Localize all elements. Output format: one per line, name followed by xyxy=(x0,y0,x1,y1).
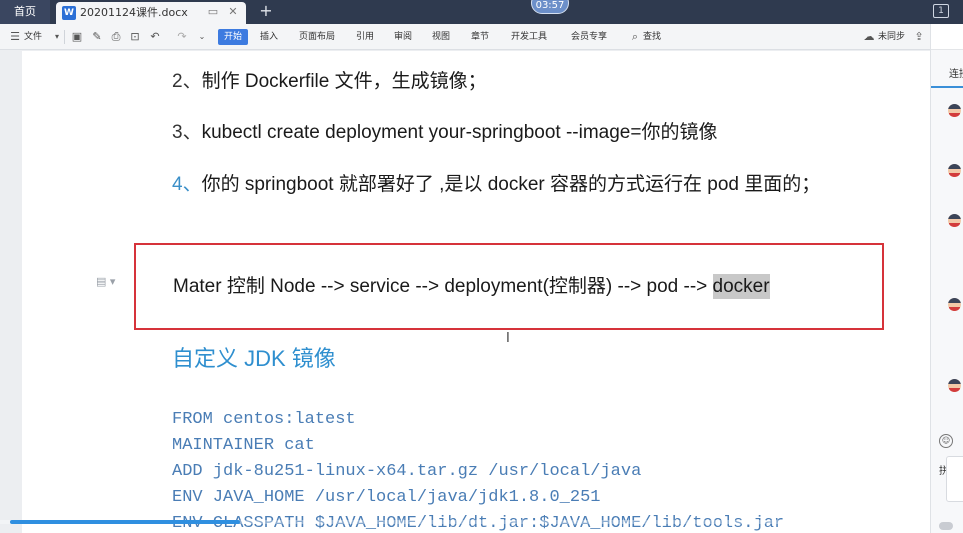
list-number: 4、 xyxy=(172,174,202,195)
tab-document[interactable]: W 20201124课件.docx ▭ ✕ xyxy=(56,2,246,24)
flow-line[interactable]: Mater 控制 Node --> service --> deployment… xyxy=(173,271,770,299)
new-tab-button[interactable]: + xyxy=(256,0,276,24)
tab-home[interactable]: 首页 xyxy=(0,0,50,24)
cloud-icon[interactable]: ☁ xyxy=(862,30,876,44)
chat-input[interactable] xyxy=(946,456,963,502)
list-number: 2、 xyxy=(172,71,202,92)
search-icon[interactable]: ⌕ xyxy=(628,30,642,44)
print-preview-icon[interactable]: ⊡ xyxy=(128,30,142,44)
text-cursor-icon: I xyxy=(506,331,510,346)
flow-annotation-box: Mater 控制 Node --> service --> deployment… xyxy=(134,243,884,330)
separator xyxy=(64,30,65,44)
paragraph-step-3[interactable]: 3、kubectl create deployment your-springb… xyxy=(172,117,717,144)
tab-developer[interactable]: 开发工具 xyxy=(511,24,547,50)
avatar[interactable] xyxy=(948,379,961,392)
sync-status[interactable]: 未同步 xyxy=(878,24,905,50)
selected-text[interactable]: docker xyxy=(712,274,770,299)
document-margin xyxy=(0,51,22,533)
toggle-switch[interactable] xyxy=(939,522,953,530)
paragraph-step-4[interactable]: 4、你的 springboot 就部署好了 ,是以 docker 容器的方式运行… xyxy=(172,169,820,196)
more-chevron-icon[interactable]: ⌄ xyxy=(195,30,209,44)
title-bar: 首页 W 20201124课件.docx ▭ ✕ + 03:57 1 xyxy=(0,0,963,24)
window-mode-icon[interactable]: 1 xyxy=(933,4,949,18)
tab-page-layout[interactable]: 页面布局 xyxy=(299,24,335,50)
search-button[interactable]: 查找 xyxy=(643,24,661,50)
menu-icon[interactable]: ☰ xyxy=(8,30,22,44)
code-line[interactable]: ENV JAVA_HOME /usr/local/java/jdk1.8.0_2… xyxy=(172,488,600,507)
section-heading[interactable]: 自定义 JDK 镜像 xyxy=(172,341,336,373)
tab-view[interactable]: 视图 xyxy=(432,24,450,50)
recording-timer: 03:57 xyxy=(531,0,569,14)
tab-references[interactable]: 引用 xyxy=(356,24,374,50)
close-tab-icon[interactable]: ✕ xyxy=(226,5,240,19)
flow-text: Mater 控制 Node --> service --> deployment… xyxy=(173,276,713,297)
chevron-down-icon[interactable]: ▾ xyxy=(50,30,64,44)
sidebar-tab-label[interactable]: 连接 xyxy=(949,65,963,80)
paragraph-text: 你的 springboot 就部署好了 ,是以 docker 容器的方式运行在 … xyxy=(201,174,821,195)
paragraph-text: 制作 Dockerfile 文件，生成镜像； xyxy=(201,71,487,92)
list-number: 3、 xyxy=(172,122,202,143)
sidebar-header xyxy=(931,24,963,50)
word-doc-icon: W xyxy=(62,6,76,20)
save-icon[interactable]: ▣ xyxy=(70,30,84,44)
paragraph-text: kubectl create deployment your-springboo… xyxy=(201,122,718,143)
undo-icon[interactable]: ↶ xyxy=(148,30,162,44)
paragraph-step-2[interactable]: 2、制作 Dockerfile 文件，生成镜像； xyxy=(172,66,487,93)
avatar[interactable] xyxy=(948,214,961,227)
document-page[interactable]: 2、制作 Dockerfile 文件，生成镜像； 3、kubectl creat… xyxy=(22,51,930,533)
tab-member[interactable]: 会员专享 xyxy=(571,24,607,50)
paragraph-handle-icon[interactable]: ▤ ▾ xyxy=(96,275,115,288)
tab-chapter[interactable]: 章节 xyxy=(471,24,489,50)
tab-document-title: 20201124课件.docx xyxy=(80,6,188,19)
format-painter-icon[interactable]: ✎ xyxy=(90,30,104,44)
tab-insert[interactable]: 插入 xyxy=(260,24,278,50)
tab-start[interactable]: 开始 xyxy=(218,29,248,45)
print-icon[interactable]: ⎙ xyxy=(109,30,123,44)
share-icon[interactable]: ⇪ xyxy=(912,30,926,44)
avatar[interactable] xyxy=(948,164,961,177)
tablet-mode-icon[interactable]: ▭ xyxy=(206,5,220,19)
file-menu[interactable]: 文件 xyxy=(24,24,42,50)
emoji-icon[interactable]: ☺ xyxy=(939,434,953,448)
code-line[interactable]: ADD jdk-8u251-linux-x64.tar.gz /usr/loca… xyxy=(172,462,641,481)
tab-review[interactable]: 审阅 xyxy=(394,24,412,50)
avatar[interactable] xyxy=(948,104,961,117)
redo-icon[interactable]: ↷ xyxy=(175,30,189,44)
sidebar-tab-indicator xyxy=(931,86,963,88)
meeting-sidebar: 连接 ☺ 拼 xyxy=(930,24,963,533)
ribbon-toolbar: ☰ 文件 ▾ ▣ ✎ ⎙ ⊡ ↶ ↷ ⌄ 开始 插入 页面布局 引用 审阅 视图… xyxy=(0,24,930,50)
code-line[interactable]: MAINTAINER cat xyxy=(172,436,315,455)
video-progress-fill xyxy=(10,520,240,524)
code-line[interactable]: FROM centos:latest xyxy=(172,410,356,429)
avatar[interactable] xyxy=(948,298,961,311)
